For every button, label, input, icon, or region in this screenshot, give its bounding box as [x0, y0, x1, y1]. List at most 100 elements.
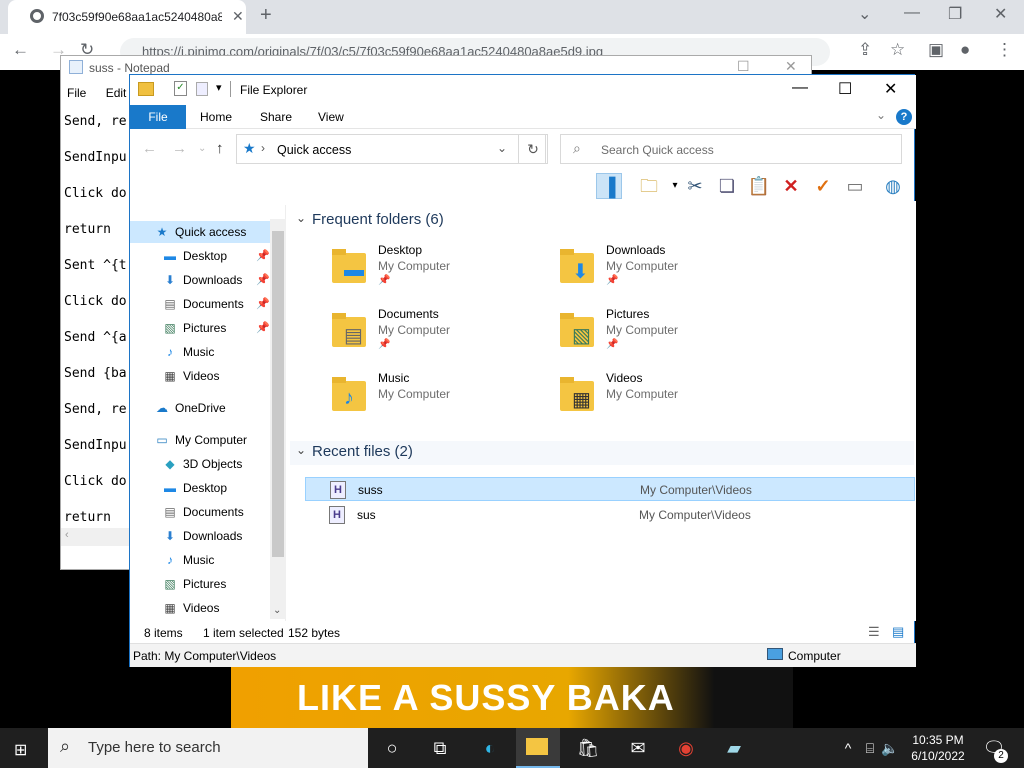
clock[interactable]: 10:35 PM 6/10/2022	[896, 732, 980, 764]
breadcrumb[interactable]: Quick access	[277, 143, 351, 157]
notepad-line: return	[64, 222, 111, 237]
file-row[interactable]: Hsuss My Computer\Videos	[305, 477, 915, 501]
maximize-icon[interactable]: ☐	[838, 79, 852, 99]
globe-icon[interactable]: ◍	[880, 173, 906, 199]
close-icon[interactable]: ✕	[994, 4, 1007, 24]
taskbar-search[interactable]: ⌕ Type here to search	[48, 728, 368, 768]
restore-icon[interactable]: ❐	[948, 4, 962, 24]
share-icon[interactable]: ⇪	[858, 40, 872, 60]
folder-overlay-icon: ⬇	[572, 261, 589, 283]
tab-file[interactable]: File	[130, 105, 186, 129]
nav-item[interactable]: ☁ OneDrive	[130, 397, 270, 419]
large-icons-view-icon[interactable]: ▤	[892, 624, 904, 640]
nav-item[interactable]: ▦ Videos	[130, 597, 270, 619]
checkmark-icon[interactable]: ✓	[810, 173, 836, 199]
folder-tile[interactable]: ▤ Documents My Computer 📌	[330, 307, 550, 363]
profile-avatar-icon[interactable]: ●	[960, 40, 970, 60]
nav-item[interactable]: ▧ Pictures 📌	[130, 317, 270, 339]
address-box[interactable]: ★ › Quick access ⌄	[236, 134, 546, 164]
cortana-icon[interactable]: ○	[380, 736, 404, 760]
mail-icon[interactable]: ✉	[626, 736, 650, 760]
folder-tile[interactable]: ▬ Desktop My Computer 📌	[330, 243, 550, 299]
up-arrow-icon[interactable]: ↑	[216, 140, 224, 157]
details-view-icon[interactable]: ☰	[868, 624, 880, 640]
file-path: My Computer\Videos	[639, 508, 751, 522]
refresh-icon[interactable]: ↻	[518, 134, 548, 164]
bookmark-star-icon[interactable]: ☆	[890, 40, 905, 60]
search-placeholder: Search Quick access	[601, 143, 714, 157]
properties-icon[interactable]: ✓	[174, 81, 187, 96]
tab-home[interactable]: Home	[200, 110, 232, 124]
scroll-down-icon[interactable]: ⌄	[273, 605, 281, 616]
breadcrumb-chevron-icon[interactable]: ›	[261, 141, 265, 155]
customize-toolbar-icon[interactable]: ▾	[216, 81, 222, 94]
edge-icon[interactable]: ◐	[478, 736, 502, 760]
nav-item[interactable]: ⬇ Downloads 📌	[130, 269, 270, 291]
file-explorer-taskbar-button[interactable]	[516, 728, 560, 768]
tab-close-icon[interactable]: ✕	[232, 8, 244, 25]
close-icon[interactable]: ✕	[785, 58, 797, 75]
menu-file[interactable]: File	[67, 86, 86, 100]
nav-item[interactable]: ♪ Music	[130, 341, 270, 363]
new-item-icon[interactable]: 🗀	[636, 173, 662, 199]
recent-locations-icon[interactable]: ⌄	[198, 143, 206, 154]
nav-item[interactable]: ★ Quick access	[130, 221, 270, 243]
new-tab-icon[interactable]: +	[260, 4, 272, 27]
restore-icon[interactable]: ☐	[737, 58, 750, 75]
horizontal-scrollbar[interactable]: ‹	[61, 528, 131, 546]
chrome-icon[interactable]: ◉	[674, 736, 698, 760]
expand-ribbon-icon[interactable]: ⌄	[876, 108, 886, 122]
tab-share[interactable]: Share	[260, 110, 292, 124]
nav-item[interactable]: ◆ 3D Objects	[130, 453, 270, 475]
close-icon[interactable]: ✕	[884, 79, 897, 99]
tab-view[interactable]: View	[318, 110, 344, 124]
nav-item[interactable]: ▬ Desktop 📌	[130, 245, 270, 267]
delete-icon[interactable]: ✕	[778, 173, 804, 199]
back-arrow-icon[interactable]: ←	[142, 140, 157, 157]
document-icon: ▤	[164, 505, 176, 519]
group-title: Recent files (2)	[312, 443, 413, 460]
cut-icon[interactable]: ✂	[682, 173, 708, 199]
forward-arrow-icon[interactable]: →	[172, 140, 187, 157]
preview-pane-icon[interactable]: ▐	[596, 173, 622, 199]
back-arrow-icon[interactable]: ←	[12, 40, 29, 60]
folder-tile[interactable]: ▧ Pictures My Computer 📌	[558, 307, 778, 363]
notepad-icon[interactable]: ▰	[722, 736, 746, 760]
nav-item[interactable]: ▤ Documents 📌	[130, 293, 270, 315]
show-hidden-icons-icon[interactable]: ^	[836, 736, 860, 760]
menu-kebab-icon[interactable]: ⋮	[996, 40, 1013, 60]
folder-tile[interactable]: ⬇ Downloads My Computer 📌	[558, 243, 778, 299]
address-dropdown-icon[interactable]: ⌄	[497, 141, 507, 155]
nav-item[interactable]: ⬇ Downloads	[130, 525, 270, 547]
folder-name: Desktop	[378, 243, 423, 257]
store-icon[interactable]: 🛍	[576, 736, 600, 760]
nav-scroll-thumb[interactable]	[272, 231, 284, 557]
banner-caption: LIKE A SUSSY BAKA	[297, 677, 675, 718]
minimize-icon[interactable]: —	[792, 79, 808, 97]
rename-icon[interactable]: ▭	[842, 173, 868, 199]
nav-item[interactable]: ▭ My Computer	[130, 429, 270, 451]
nav-item[interactable]: ▤ Documents	[130, 501, 270, 523]
recent-files-header[interactable]: ⌄ Recent files (2)	[290, 441, 914, 465]
file-row[interactable]: Hsus My Computer\Videos	[305, 503, 915, 527]
frequent-folders-header[interactable]: ⌄ Frequent folders (6)	[290, 209, 914, 233]
notepad-text-area[interactable]: Send, re SendInpu Click do return Sent ^{t Cl…	[64, 104, 127, 536]
browser-tab[interactable]: 7f03c59f90e68aa1ac5240480a8ae5d9.jpg ✕	[8, 0, 246, 34]
nav-item[interactable]: ▬ Desktop	[130, 477, 270, 499]
nav-item[interactable]: ♪ Music	[130, 549, 270, 571]
search-input[interactable]: ⌕ Search Quick access	[560, 134, 902, 164]
minimize-icon[interactable]: —	[904, 4, 920, 22]
copy-icon[interactable]: ❏	[714, 173, 740, 199]
help-icon[interactable]: ?	[896, 109, 912, 125]
nav-item[interactable]: ▦ Videos	[130, 365, 270, 387]
tab-search-icon[interactable]: ⌄	[858, 4, 871, 24]
nav-item[interactable]: ▧ Pictures	[130, 573, 270, 595]
task-view-icon[interactable]: ⧉	[428, 736, 452, 760]
folder-tile[interactable]: ▦ Videos My Computer	[558, 371, 778, 427]
paste-icon[interactable]: 📋	[746, 173, 772, 199]
new-folder-icon[interactable]	[196, 82, 208, 96]
side-panel-icon[interactable]: ▣	[928, 40, 944, 60]
menu-edit[interactable]: Edit	[106, 86, 127, 100]
windows-start-icon[interactable]: ⊞	[14, 740, 27, 760]
folder-tile[interactable]: ♪ Music My Computer	[330, 371, 550, 427]
